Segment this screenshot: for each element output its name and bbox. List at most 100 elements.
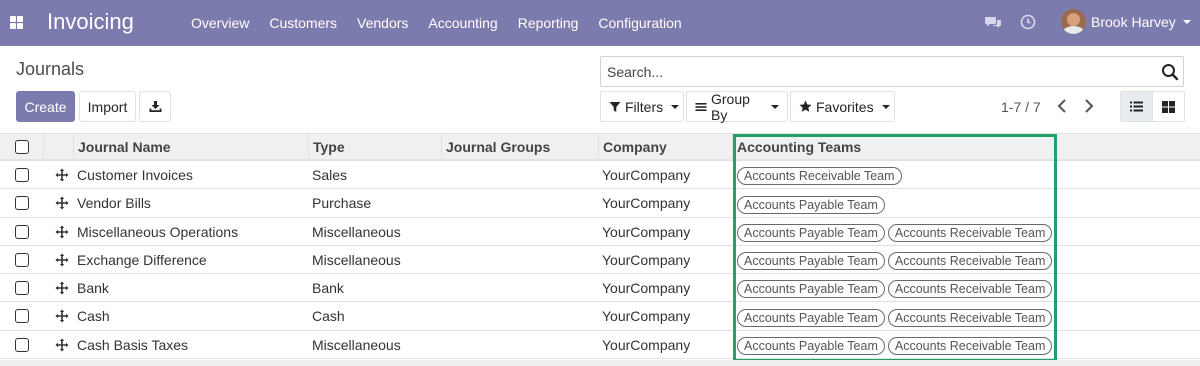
team-tag: Accounts Payable Team (737, 252, 885, 271)
top-navbar: Invoicing Overview Customers Vendors Acc… (0, 0, 1200, 46)
row-checkbox[interactable] (15, 168, 29, 182)
main-menu: Overview Customers Vendors Accounting Re… (181, 0, 692, 46)
list-icon (1130, 101, 1143, 112)
row-checkbox[interactable] (15, 337, 29, 352)
team-tag: Accounts Receivable Team (737, 167, 902, 186)
menu-vendors[interactable]: Vendors (347, 0, 418, 46)
row-checkbox[interactable] (15, 309, 29, 324)
table-row[interactable]: Exchange Difference Miscellaneous YourComp… (0, 245, 1200, 275)
cell-type: Cash (312, 308, 345, 325)
row-checkbox[interactable] (15, 281, 29, 296)
row-checkbox[interactable] (15, 224, 29, 239)
cell-journal-groups (441, 274, 445, 302)
select-all-checkbox[interactable] (15, 140, 29, 154)
chat-icon[interactable] (985, 14, 1001, 30)
chevron-down-icon (671, 104, 680, 109)
cell-company: YourCompany (602, 195, 691, 212)
menu-configuration[interactable]: Configuration (588, 0, 691, 46)
kanban-view-button[interactable] (1152, 91, 1185, 122)
header-company[interactable]: Company (599, 134, 733, 161)
cell-type: Purchase (312, 195, 372, 212)
header-accounting-teams[interactable]: Accounting Teams (733, 134, 1057, 161)
team-tag: Accounts Payable Team (737, 195, 885, 214)
cell-company: YourCompany (602, 336, 691, 353)
avatar (1061, 9, 1086, 34)
apps-menu-icon[interactable] (10, 16, 23, 29)
team-tag: Accounts Receivable Team (887, 223, 1053, 242)
drag-handle-icon[interactable] (55, 338, 69, 352)
cell-type: Bank (312, 280, 344, 297)
team-tag: Accounts Payable Team (737, 223, 885, 242)
menu-reporting[interactable]: Reporting (508, 0, 589, 46)
drag-handle-icon[interactable] (55, 168, 69, 182)
row-checkbox[interactable] (15, 196, 29, 211)
kanban-icon (1162, 100, 1175, 113)
cell-accounting-teams: Accounts Payable Team (733, 189, 888, 217)
cell-journal-name: Cash (77, 308, 110, 325)
cell-company: YourCompany (602, 280, 691, 297)
import-button[interactable]: Import (79, 91, 136, 122)
team-tag: Accounts Receivable Team (887, 337, 1053, 356)
search-input[interactable] (601, 57, 1141, 86)
team-tag: Accounts Receivable Team (887, 252, 1053, 271)
filters-label: Filters (625, 98, 664, 115)
menu-customers[interactable]: Customers (259, 0, 347, 46)
table-row[interactable]: Cash Basis Taxes Miscellaneous YourCompany… (0, 330, 1200, 360)
drag-handle-icon[interactable] (55, 281, 69, 295)
chevron-right-icon[interactable] (1081, 97, 1097, 115)
download-icon (149, 101, 161, 112)
cell-accounting-teams: Accounts Payable Team Accounts Receivable… (733, 331, 1055, 359)
chevron-down-icon (1182, 19, 1191, 24)
drag-handle-icon[interactable] (55, 225, 69, 239)
chevron-left-icon[interactable] (1054, 97, 1070, 115)
menu-overview[interactable]: Overview (181, 0, 259, 46)
cell-accounting-teams: Accounts Payable Team Accounts Receivable… (733, 302, 1055, 330)
group-by-button[interactable]: Group By (686, 90, 788, 123)
favorites-button[interactable]: Favorites (790, 91, 895, 122)
row-checkbox[interactable] (15, 252, 29, 267)
cell-journal-name: Exchange Difference (77, 251, 207, 268)
header-journal-name[interactable]: Journal Name (74, 134, 309, 161)
header-type[interactable]: Type (309, 134, 442, 161)
group-by-label: Group By (711, 90, 750, 123)
cell-type: Sales (312, 167, 348, 183)
user-menu[interactable]: Brook Harvey (1061, 9, 1191, 34)
list-view-button[interactable] (1120, 91, 1153, 122)
table-row[interactable]: Customer Invoices Sales YourCompany Account… (0, 161, 1200, 190)
search-bar (600, 56, 1184, 87)
table-footer (0, 360, 1200, 366)
header-journal-groups[interactable]: Journal Groups (442, 134, 599, 161)
clock-icon[interactable] (1020, 14, 1036, 30)
cell-journal-groups (441, 246, 445, 274)
group-by-icon (695, 102, 707, 111)
table-row[interactable]: Bank Bank YourCompany Accounts Payable Team… (0, 274, 1200, 303)
drag-handle-icon[interactable] (55, 309, 69, 323)
cell-type: Miscellaneous (312, 336, 401, 353)
drag-handle-icon[interactable] (55, 253, 69, 267)
cell-accounting-teams: Accounts Payable Team Accounts Receivable… (733, 246, 1055, 274)
filters-button[interactable]: Filters (600, 91, 684, 122)
cell-journal-groups (441, 189, 445, 217)
cell-journal-groups (441, 302, 445, 330)
search-icon[interactable] (1161, 63, 1179, 81)
cell-accounting-teams: Accounts Receivable Team (733, 161, 905, 189)
filter-icon (609, 101, 621, 112)
download-button[interactable] (139, 91, 171, 122)
app-title[interactable]: Invoicing (47, 9, 134, 35)
cell-company: YourCompany (602, 251, 691, 268)
table-row[interactable]: Miscellaneous Operations Miscellaneous You… (0, 217, 1200, 246)
create-button[interactable]: Create (16, 91, 75, 122)
table-row[interactable]: Cash Cash YourCompany Accounts Payable Team… (0, 302, 1200, 331)
cell-journal-groups (441, 218, 445, 246)
cell-type: Miscellaneous (312, 223, 401, 240)
drag-handle-icon[interactable] (55, 196, 69, 210)
menu-accounting[interactable]: Accounting (418, 0, 507, 46)
cell-journal-groups (441, 331, 445, 359)
star-icon (799, 100, 812, 112)
pager-value[interactable]: 1-7 / 7 (1001, 99, 1041, 115)
table-body: Customer Invoices Sales YourCompany Account… (0, 161, 1200, 360)
cell-type: Miscellaneous (312, 251, 401, 268)
team-tag: Accounts Receivable Team (887, 280, 1053, 299)
breadcrumb: Journals (16, 59, 85, 79)
table-row[interactable]: Vendor Bills Purchase YourCompany Accounts … (0, 189, 1200, 218)
